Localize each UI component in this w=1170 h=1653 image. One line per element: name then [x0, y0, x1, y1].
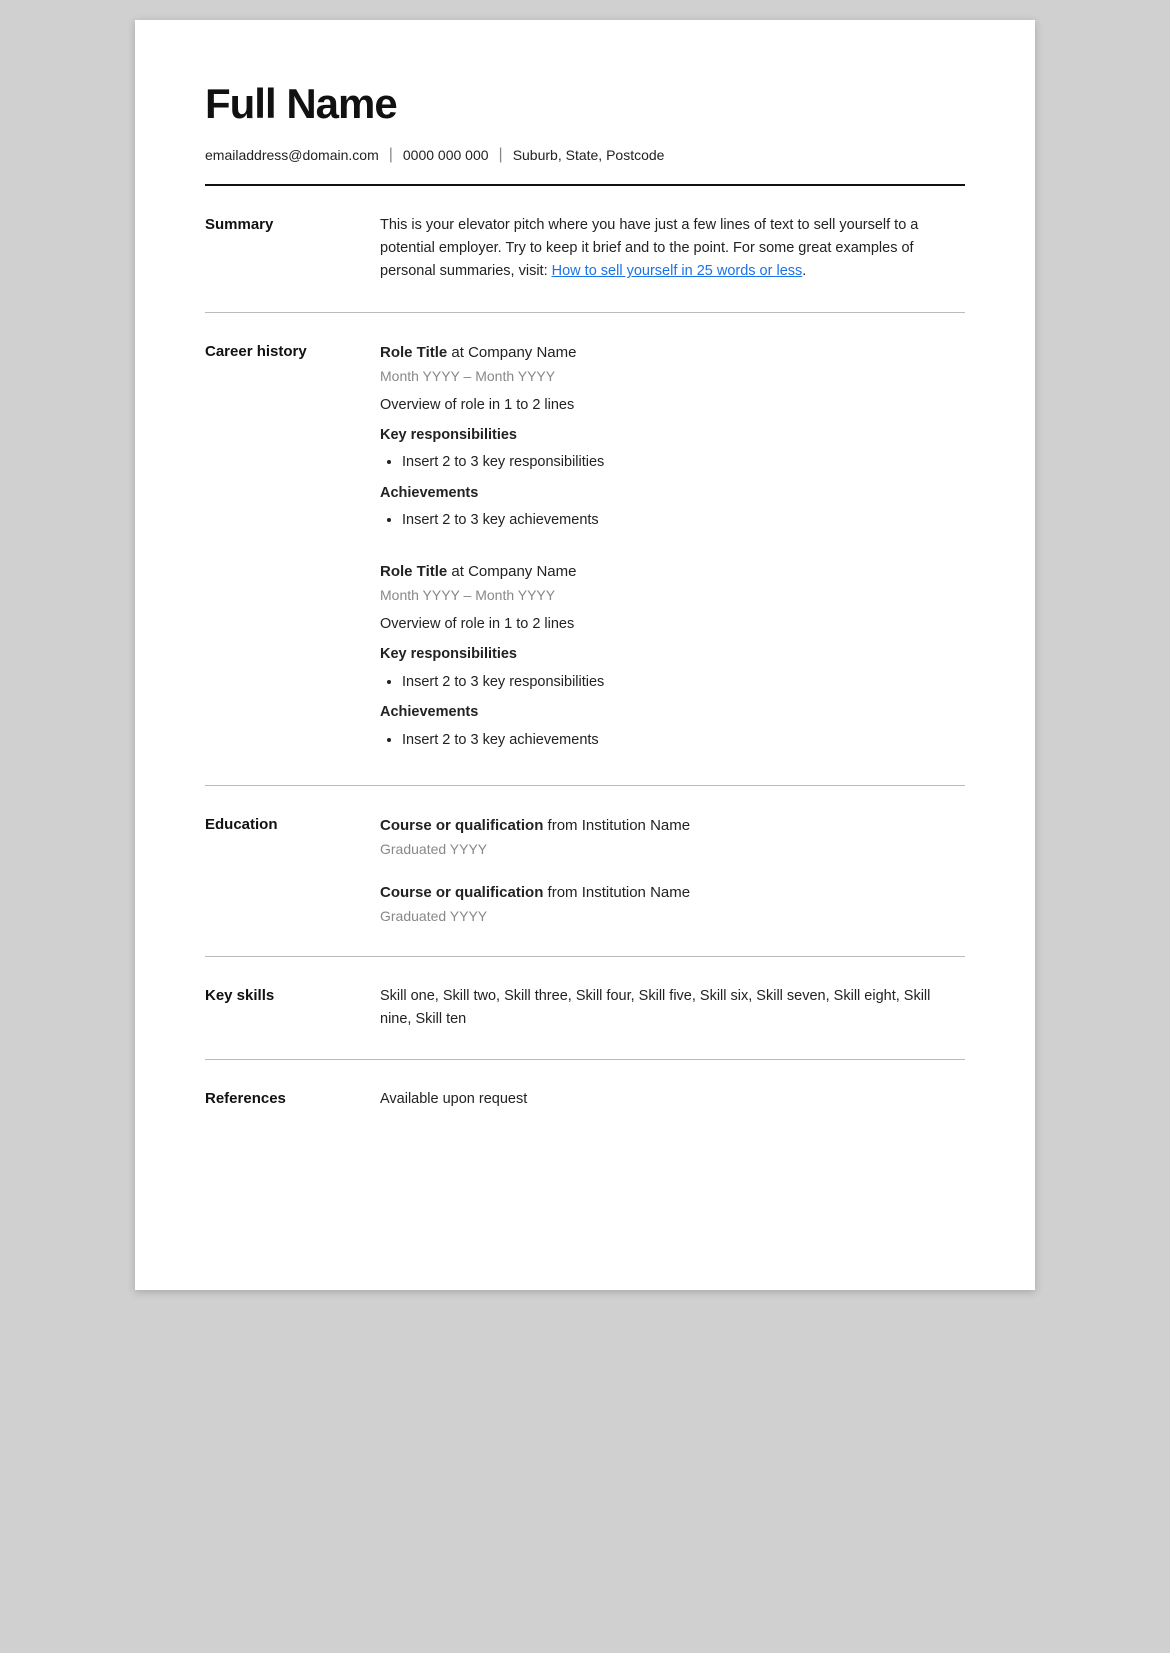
education-section: Education Course or qualification from I…	[205, 786, 965, 956]
edu-institution-2: from Institution Name	[543, 884, 690, 901]
education-content: Course or qualification from Institution…	[380, 814, 965, 928]
job-dates-2: Month YYYY – Month YYYY	[380, 585, 965, 607]
job-title-line-1: Role Title at Company Name	[380, 341, 965, 364]
job-block-1: Role Title at Company Name Month YYYY – …	[380, 341, 965, 532]
location: Suburb, State, Postcode	[513, 147, 665, 163]
separator-2: |	[499, 146, 503, 164]
edu-block-1: Course or qualification from Institution…	[380, 814, 965, 861]
responsibility-item-1-1: Insert 2 to 3 key responsibilities	[402, 451, 965, 473]
career-history-content: Role Title at Company Name Month YYYY – …	[380, 341, 965, 758]
references-content: Available upon request	[380, 1088, 965, 1110]
summary-content: This is your elevator pitch where you ha…	[380, 214, 965, 284]
edu-block-2: Course or qualification from Institution…	[380, 881, 965, 928]
edu-dates-1: Graduated YYYY	[380, 839, 965, 861]
summary-link[interactable]: How to sell yourself in 25 words or less	[552, 263, 803, 279]
job-company-2: at Company Name	[447, 563, 576, 580]
career-history-section: Career history Role Title at Company Nam…	[205, 313, 965, 786]
achievement-item-1-1: Insert 2 to 3 key achievements	[402, 509, 965, 531]
job-overview-1: Overview of role in 1 to 2 lines	[380, 394, 965, 416]
key-skills-section: Key skills Skill one, Skill two, Skill t…	[205, 957, 965, 1059]
achievement-item-2-1: Insert 2 to 3 key achievements	[402, 729, 965, 751]
job-title-line-2: Role Title at Company Name	[380, 560, 965, 583]
achievements-list-1: Insert 2 to 3 key achievements	[380, 509, 965, 531]
responsibilities-heading-1: Key responsibilities	[380, 424, 965, 446]
references-label: References	[205, 1088, 380, 1110]
edu-course-1: Course or qualification	[380, 817, 543, 834]
full-name: Full Name	[205, 80, 965, 128]
key-skills-content: Skill one, Skill two, Skill three, Skill…	[380, 985, 965, 1031]
edu-title-line-1: Course or qualification from Institution…	[380, 814, 965, 837]
skills-text: Skill one, Skill two, Skill three, Skill…	[380, 985, 965, 1031]
summary-text: This is your elevator pitch where you ha…	[380, 214, 965, 284]
edu-course-2: Course or qualification	[380, 884, 543, 901]
key-skills-label: Key skills	[205, 985, 380, 1031]
achievements-heading-1: Achievements	[380, 482, 965, 504]
resume-page: Full Name emailaddress@domain.com | 0000…	[135, 20, 1035, 1290]
references-section: References Available upon request	[205, 1060, 965, 1138]
responsibilities-list-1: Insert 2 to 3 key responsibilities	[380, 451, 965, 473]
job-title-2: Role Title	[380, 563, 447, 580]
summary-text-after: .	[802, 263, 806, 279]
responsibilities-heading-2: Key responsibilities	[380, 643, 965, 665]
contact-bar: emailaddress@domain.com | 0000 000 000 |…	[205, 146, 965, 164]
edu-title-line-2: Course or qualification from Institution…	[380, 881, 965, 904]
achievements-list-2: Insert 2 to 3 key achievements	[380, 729, 965, 751]
job-dates-1: Month YYYY – Month YYYY	[380, 366, 965, 388]
education-label: Education	[205, 814, 380, 928]
responsibility-item-2-1: Insert 2 to 3 key responsibilities	[402, 671, 965, 693]
job-block-2: Role Title at Company Name Month YYYY – …	[380, 560, 965, 751]
edu-institution-1: from Institution Name	[543, 817, 690, 834]
references-text: Available upon request	[380, 1088, 965, 1110]
job-company-1: at Company Name	[447, 344, 576, 361]
separator-1: |	[389, 146, 393, 164]
edu-dates-2: Graduated YYYY	[380, 906, 965, 928]
job-title-1: Role Title	[380, 344, 447, 361]
career-history-label: Career history	[205, 341, 380, 758]
responsibilities-list-2: Insert 2 to 3 key responsibilities	[380, 671, 965, 693]
phone: 0000 000 000	[403, 147, 489, 163]
job-overview-2: Overview of role in 1 to 2 lines	[380, 613, 965, 635]
achievements-heading-2: Achievements	[380, 701, 965, 723]
email: emailaddress@domain.com	[205, 147, 379, 163]
summary-section: Summary This is your elevator pitch wher…	[205, 186, 965, 312]
summary-label: Summary	[205, 214, 380, 284]
